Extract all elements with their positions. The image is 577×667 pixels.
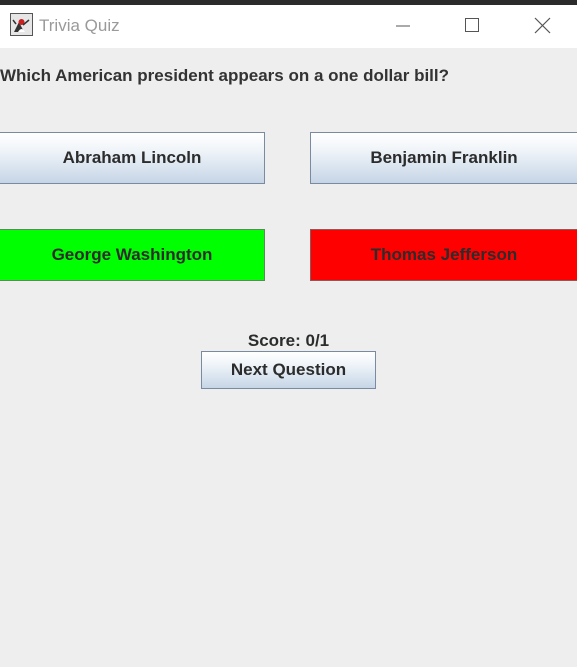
window-title: Trivia Quiz — [39, 16, 120, 35]
answer-button-1[interactable]: Abraham Lincoln — [0, 132, 265, 184]
question-text: Which American president appears on a on… — [0, 66, 450, 85]
answer-button-2[interactable]: Benjamin Franklin — [310, 132, 577, 184]
answer-button-3-correct[interactable]: George Washington — [0, 229, 265, 281]
app-window: Trivia Quiz Which American president app… — [0, 0, 577, 667]
answer-button-4-wrong[interactable]: Thomas Jefferson — [310, 229, 577, 281]
maximize-icon — [465, 18, 479, 32]
maximize-button[interactable] — [449, 5, 495, 45]
close-button[interactable] — [519, 5, 565, 45]
title-bar[interactable]: Trivia Quiz — [0, 5, 577, 48]
close-icon — [534, 17, 551, 34]
minimize-button[interactable] — [380, 5, 426, 45]
java-duke-icon — [10, 13, 33, 36]
score-label: Score: 0/1 — [247, 331, 330, 350]
minimize-icon — [396, 25, 410, 27]
next-question-button[interactable]: Next Question — [201, 351, 376, 389]
